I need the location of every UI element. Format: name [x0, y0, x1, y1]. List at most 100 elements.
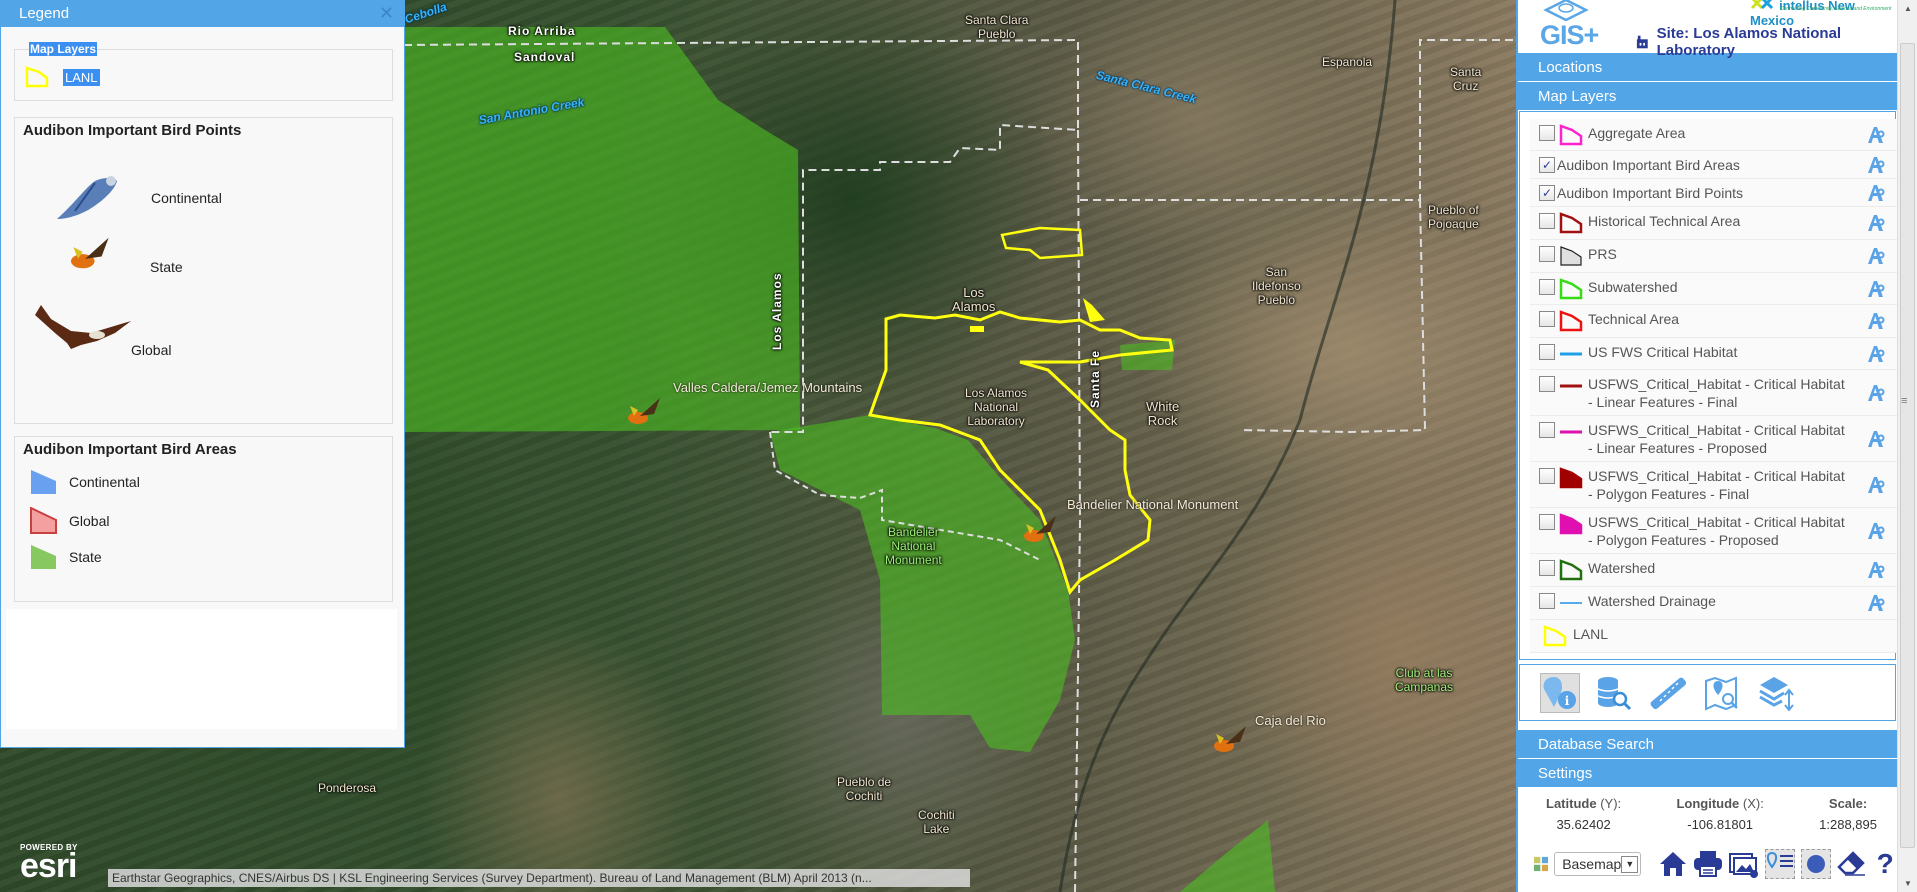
- identify-tool-button[interactable]: i: [1540, 672, 1580, 713]
- layers-sort-icon: [1759, 676, 1794, 711]
- scroll-down-arrow[interactable]: ▼: [1898, 875, 1917, 892]
- layer-settings-icon[interactable]: [1866, 279, 1886, 299]
- select-circle-icon: [1807, 855, 1826, 873]
- layer-list: Aggregate Area ✓ Audibon Important Bird Ar…: [1519, 111, 1898, 660]
- location-list-icon: [1767, 851, 1794, 869]
- layer-label: USFWS_Critical_Habitat - Critical Habita…: [1588, 468, 1845, 502]
- layer-settings-icon[interactable]: [1866, 246, 1886, 266]
- county-boundary: [1080, 39, 1516, 201]
- latitude-value: 35.62402: [1556, 817, 1611, 832]
- legend-item: LANL: [25, 66, 100, 88]
- layer-order-button[interactable]: [1756, 673, 1796, 713]
- bird-point-state-marker[interactable]: [1020, 512, 1062, 546]
- layer-settings-icon[interactable]: [1866, 183, 1886, 203]
- layer-settings-icon[interactable]: [1866, 311, 1886, 331]
- section-database-search[interactable]: Database Search: [1518, 730, 1897, 759]
- layer-row: USFWS_Critical_Habitat - Critical Habita…: [1530, 462, 1898, 508]
- export-image-button[interactable]: [1729, 849, 1759, 879]
- basemap-select[interactable]: Basemap ▼: [1554, 852, 1642, 876]
- layer-row: Technical Area: [1530, 305, 1898, 338]
- layer-checkbox[interactable]: [1539, 514, 1555, 530]
- legend-map-layers-title: Map Layers: [29, 42, 98, 56]
- layer-symbol-icon: [1560, 602, 1582, 604]
- home-button[interactable]: [1659, 849, 1687, 879]
- legend-item-label: LANL: [63, 68, 100, 86]
- legend-item-label: Continental: [151, 190, 222, 206]
- layer-row: LANL: [1530, 620, 1898, 653]
- layer-label: Watershed: [1588, 560, 1656, 576]
- layer-row: Aggregate Area: [1530, 119, 1898, 151]
- bird-area-valles-caldera[interactable]: [404, 27, 800, 432]
- layer-settings-icon[interactable]: [1866, 213, 1886, 233]
- layer-settings-icon[interactable]: [1866, 560, 1886, 580]
- layer-settings-icon[interactable]: [1866, 475, 1886, 495]
- layer-row: Subwatershed: [1530, 273, 1898, 305]
- layer-checkbox[interactable]: [1539, 344, 1555, 360]
- bottom-toolbar: Basemap ▼ ?: [1518, 846, 1897, 882]
- section-map-layers[interactable]: Map Layers: [1518, 82, 1897, 111]
- legend-header[interactable]: Legend ✕: [1, 0, 404, 27]
- print-button[interactable]: [1693, 849, 1723, 879]
- lanl-tract[interactable]: [970, 326, 984, 332]
- close-icon[interactable]: ✕: [379, 0, 394, 27]
- legend-item-label: Continental: [69, 474, 140, 490]
- map-label-espanola: Espanola: [1322, 55, 1373, 69]
- bird-area-bandelier[interactable]: [770, 415, 1075, 752]
- partner-tagline: Connecting Community, Science and Enviro…: [1780, 6, 1892, 12]
- layer-settings-icon[interactable]: [1866, 125, 1886, 145]
- layer-checkbox[interactable]: [1539, 468, 1555, 484]
- scroll-thumb[interactable]: [1900, 43, 1915, 848]
- layer-checkbox[interactable]: ✓: [1539, 185, 1555, 201]
- layer-settings-icon[interactable]: [1866, 383, 1886, 403]
- esri-brand: esri: [20, 847, 77, 885]
- layer-settings-icon[interactable]: [1866, 155, 1886, 175]
- bird-point-state-marker[interactable]: [624, 394, 666, 428]
- legend-item: Continental: [55, 173, 222, 223]
- legend-bird-points-group: Audibon Important Bird Points Continenta…: [14, 117, 393, 424]
- help-button[interactable]: ?: [1873, 848, 1897, 879]
- layer-symbol-icon: [1560, 246, 1582, 266]
- scroll-grip-icon: ≡: [1901, 395, 1908, 407]
- layer-row: USFWS_Critical_Habitat - Critical Habita…: [1530, 370, 1898, 416]
- select-circle-button[interactable]: [1801, 849, 1832, 879]
- layer-settings-icon[interactable]: [1866, 593, 1886, 613]
- bird-point-state-marker[interactable]: [1210, 722, 1252, 756]
- database-search-button[interactable]: [1594, 673, 1634, 713]
- chevron-down-icon[interactable]: ▼: [1621, 855, 1639, 873]
- lanl-tract[interactable]: [1083, 298, 1105, 322]
- layer-checkbox[interactable]: ✓: [1539, 157, 1555, 173]
- layer-label: Watershed Drainage: [1588, 593, 1716, 609]
- location-list-button[interactable]: [1765, 849, 1796, 879]
- map-search-button[interactable]: [1702, 673, 1742, 713]
- layer-label: Aggregate Area: [1588, 125, 1686, 141]
- county-boundary: [1239, 199, 1427, 434]
- layer-settings-icon[interactable]: [1866, 429, 1886, 449]
- map-label-cochiti-lake: Cochiti Lake: [918, 808, 955, 836]
- measure-button[interactable]: [1648, 673, 1688, 713]
- layer-checkbox[interactable]: [1539, 213, 1555, 229]
- layer-checkbox[interactable]: [1539, 246, 1555, 262]
- layer-checkbox[interactable]: [1539, 376, 1555, 392]
- layer-symbol-icon: [1560, 352, 1582, 356]
- layer-settings-icon[interactable]: [1866, 521, 1886, 541]
- scale-readout: Scale: 1:288,895: [1819, 796, 1877, 846]
- bird-area-caja[interactable]: [1180, 820, 1275, 892]
- layer-checkbox[interactable]: [1539, 125, 1555, 141]
- layer-settings-icon[interactable]: [1866, 344, 1886, 364]
- layer-row: USFWS_Critical_Habitat - Critical Habita…: [1530, 416, 1898, 462]
- layer-checkbox[interactable]: [1539, 311, 1555, 327]
- layer-checkbox[interactable]: [1539, 593, 1555, 609]
- map-label-pueblo-pojoaque: Pueblo of Pojoaque: [1428, 203, 1479, 231]
- scroll-up-arrow[interactable]: ▲: [1898, 0, 1917, 17]
- map-label-white-rock: White Rock: [1146, 399, 1180, 428]
- section-settings[interactable]: Settings: [1518, 759, 1897, 788]
- site-label: Site: Los Alamos National Laboratory: [1656, 25, 1842, 59]
- layer-checkbox[interactable]: [1539, 279, 1555, 295]
- layer-checkbox[interactable]: [1539, 422, 1555, 438]
- lanl-tract[interactable]: [1000, 226, 1084, 260]
- eraser-button[interactable]: [1837, 849, 1867, 879]
- layer-row: Watershed Drainage: [1530, 587, 1898, 620]
- panel-scrollbar[interactable]: ▲ ≡ ▼: [1897, 0, 1917, 892]
- layer-checkbox[interactable]: [1539, 560, 1555, 576]
- legend-item: Continental: [30, 469, 140, 495]
